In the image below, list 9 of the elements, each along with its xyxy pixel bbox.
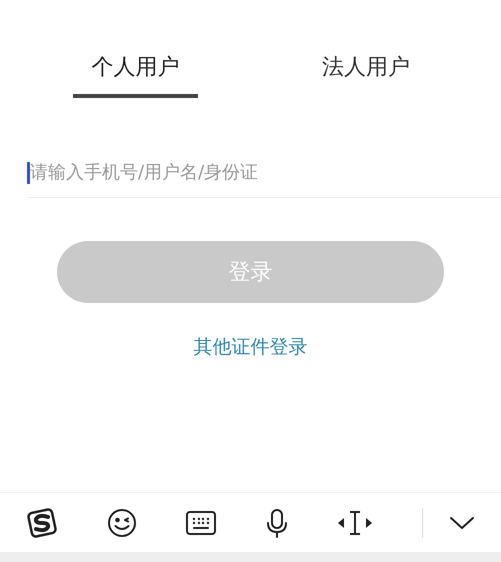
smiley-icon[interactable]: [107, 508, 138, 538]
logo-icon[interactable]: [25, 506, 59, 540]
tab[interactable]: 个人用户: [20, 48, 250, 98]
other-login-link[interactable]: 其他证件登录: [194, 333, 308, 362]
cursor-move-icon[interactable]: [336, 508, 374, 536]
keyboard-icon[interactable]: [185, 510, 218, 536]
input-field[interactable]: 请输入手机号/用户名/身份证: [27, 148, 501, 198]
microphone-icon[interactable]: [266, 508, 288, 538]
tab[interactable]: 法人用户: [250, 48, 481, 98]
